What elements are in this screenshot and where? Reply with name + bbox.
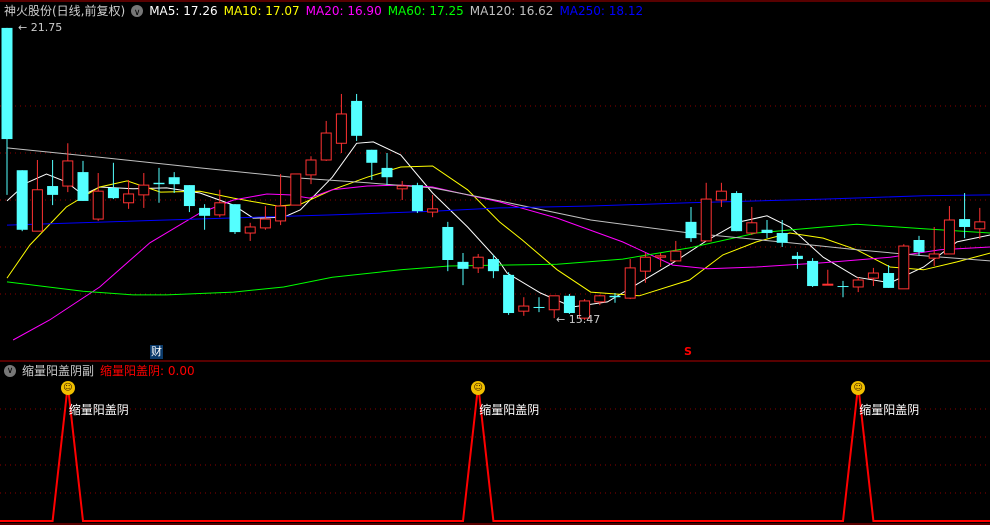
candle-body (92, 190, 104, 220)
candle-body (609, 295, 621, 298)
signal-label: 缩量阳盖阴 (479, 403, 540, 417)
candle-body (214, 202, 226, 216)
candle-body (883, 273, 895, 288)
candle-body (670, 250, 682, 262)
candle-body (229, 204, 241, 233)
candle-body (594, 295, 606, 303)
candle-body (381, 167, 393, 178)
candle-body (259, 218, 271, 229)
indicator-value: 缩量阳盖阴: 0.00 (100, 364, 195, 378)
candle-body (457, 261, 469, 269)
ma5-label: MA5: 17.26 (149, 4, 218, 18)
candle-body (548, 295, 560, 311)
candle-body (31, 189, 43, 232)
candle-body (472, 256, 484, 269)
candle-body (533, 306, 545, 308)
candle-body (761, 229, 773, 234)
candle-body (487, 259, 499, 272)
candle-body (351, 100, 363, 136)
smiley-icon: ☺ (60, 381, 75, 395)
candle-body (503, 274, 515, 314)
candle-body (715, 190, 727, 201)
ma10-label: MA10: 17.07 (223, 4, 300, 18)
candle-body (411, 185, 423, 212)
candle-body (442, 226, 454, 260)
candle-body (138, 184, 150, 196)
signal-label: 缩量阳盖阴 (859, 403, 920, 417)
candle-body (928, 253, 940, 259)
candle-body (16, 170, 28, 230)
low-price-label: ← 15.47 (556, 313, 601, 326)
candle-body (700, 198, 712, 242)
chevron-down-icon[interactable]: ∨ (131, 5, 144, 18)
stock-title: 神火股份(日线,前复权) (4, 4, 126, 18)
ma-line-ma10 (6, 165, 990, 297)
indicator-title: 缩量阳盖阴副 (22, 364, 95, 378)
candle-body (837, 286, 849, 288)
candle-body (898, 245, 910, 290)
candle-body (746, 222, 758, 234)
candle-body (123, 193, 135, 204)
ma60-label: MA60: 17.25 (387, 4, 464, 18)
candle-body (655, 255, 667, 258)
high-price-label: ← 21.75 (18, 21, 63, 34)
candle-body (624, 267, 636, 299)
s-marker[interactable]: S (684, 345, 692, 359)
low-price-value: 15.47 (568, 313, 601, 326)
candle-body (396, 185, 408, 190)
candle-body (959, 219, 971, 227)
candle-body (47, 186, 59, 195)
candle-body (1, 27, 13, 140)
candle-body (791, 255, 803, 260)
candle-body (807, 260, 819, 287)
candle-body (320, 132, 332, 161)
ma-line-ma120 (6, 147, 990, 262)
candle-body (776, 233, 788, 243)
candle-body (913, 240, 925, 253)
candle-body (107, 187, 119, 199)
chevron-down-icon[interactable]: ∨ (4, 364, 16, 377)
candle-body (427, 208, 439, 213)
candle-body (974, 221, 986, 230)
high-price-value: 21.75 (30, 21, 63, 34)
candle-body (153, 182, 165, 185)
candle-body (290, 173, 302, 206)
sub-header: ∨ 缩量阳盖阴副 缩量阳盖阴: 0.00 (4, 362, 195, 379)
candle-body (518, 305, 530, 312)
candle-body (685, 221, 697, 239)
candle-body (867, 272, 879, 279)
candle-body (244, 226, 256, 234)
finance-marker[interactable]: 财 (150, 345, 163, 359)
candle-body (305, 159, 317, 176)
candle-body (943, 219, 955, 255)
candle-body (563, 295, 575, 314)
main-header: 神火股份(日线,前复权) ∨ MA5: 17.26 MA10: 17.07 MA… (4, 3, 643, 19)
signal-label: 缩量阳盖阴 (68, 403, 129, 417)
ma250-label: MA250: 18.12 (559, 4, 644, 18)
candle-body (852, 279, 864, 288)
candle-body (275, 205, 287, 222)
kline-chart[interactable] (0, 0, 990, 525)
candle-body (77, 172, 89, 201)
ma120-label: MA120: 16.62 (469, 4, 554, 18)
candle-body (335, 113, 347, 144)
candle-body (731, 193, 743, 232)
candle-body (183, 185, 195, 207)
candle-body (62, 160, 74, 187)
ma20-label: MA20: 16.90 (305, 4, 382, 18)
candle-body (199, 207, 211, 216)
candle-body (639, 256, 651, 272)
candle-body (168, 177, 180, 185)
candle-body (366, 149, 378, 163)
candle-body (822, 283, 834, 286)
